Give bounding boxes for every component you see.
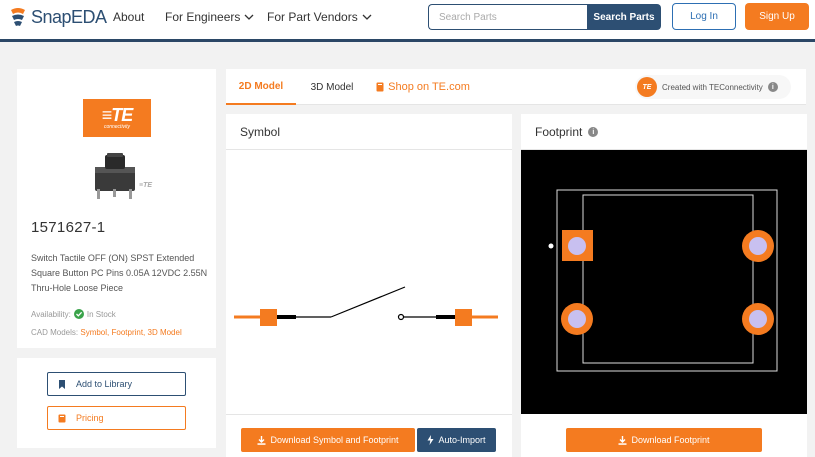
part-image: ≡TE [95,153,152,199]
symbol-panel: Symbol Download Symbol and Footprint Aut… [226,114,512,457]
download-footprint-button[interactable]: Download Footprint [566,428,762,452]
signup-button[interactable]: Sign Up [745,3,809,30]
pricing-label: Pricing [76,413,104,423]
bolt-icon [427,435,434,445]
footprint-title: Footprint i [535,125,599,139]
part-number: 1571627-1 [31,219,106,236]
te-brand-logo[interactable]: ≡TE connectivity [83,99,151,137]
symbol-preview[interactable] [226,150,512,415]
download-symbol-label: Download Symbol and Footprint [270,435,399,445]
add-to-library-label: Add to Library [76,379,133,389]
nav-for-part-vendors[interactable]: For Part Vendors [267,10,372,24]
footprint-preview[interactable] [521,150,807,414]
part-info-card: ≡TE connectivity ≡TE 1571627-1 Switch Ta… [17,69,216,348]
availability-label: Availability: [31,309,71,319]
te-logo-text: ≡TE [101,105,134,125]
availability-value: In Stock [86,309,116,319]
snapeda-logo[interactable]: SnapEDA [8,6,107,28]
nav-for-engineers[interactable]: For Engineers [165,10,254,24]
search-button[interactable]: Search Parts [587,4,661,30]
created-with-badge: TE Created with TEConnectivity i [635,75,791,99]
top-header: SnapEDA About For Engineers For Part Ven… [0,0,815,42]
check-circle-icon [73,309,84,319]
bookmark-icon [59,379,65,389]
nav-about[interactable]: About [113,10,144,24]
actions-card: Add to Library Pricing [17,358,216,448]
tab-shop[interactable]: Shop on TE.com [368,69,478,105]
snapeda-logo-icon [11,8,25,26]
svg-text:≡TE: ≡TE [139,182,152,189]
add-to-library-button[interactable]: Add to Library [47,372,186,396]
footprint-title-label: Footprint [535,125,583,139]
info-icon[interactable]: i [588,127,599,137]
tag-icon [58,414,66,422]
divider [226,414,512,415]
info-icon[interactable]: i [767,82,778,92]
te-logo-subtext: connectivity [103,124,131,130]
auto-import-label: Auto-Import [438,435,486,445]
cad-models-links[interactable]: Symbol, Footprint, 3D Model [80,328,181,337]
shop-icon [376,82,384,92]
te-badge-icon: TE [637,77,657,97]
availability-row: Availability: In Stock [31,309,116,319]
download-icon [257,435,266,445]
symbol-title-label: Symbol [240,125,281,139]
cad-models-row: CAD Models: Symbol, Footprint, 3D Model [31,328,182,337]
auto-import-button[interactable]: Auto-Import [417,428,496,452]
logo-text: SnapEDA [31,6,107,27]
nav-for-engineers-label: For Engineers [165,10,241,24]
created-with-text: Created with TEConnectivity [662,82,763,92]
login-button[interactable]: Log In [672,3,736,30]
footprint-panel: Footprint i Download Footprint [521,114,807,457]
chevron-down-icon [362,14,372,20]
cad-models-label: CAD Models: [31,328,79,337]
search-input[interactable] [428,4,587,30]
part-description: Switch Tactile OFF (ON) SPST Extended Sq… [31,253,208,293]
model-tabs: 2D Model 3D Model Shop on TE.com TE Crea… [226,69,806,105]
nav-for-part-vendors-label: For Part Vendors [267,10,358,24]
tab-3d-model[interactable]: 3D Model [298,69,366,105]
download-footprint-label: Download Footprint [631,435,710,445]
nav-about-label: About [113,10,145,24]
pricing-button[interactable]: Pricing [47,406,186,430]
download-symbol-footprint-button[interactable]: Download Symbol and Footprint [241,428,415,452]
download-icon [618,435,627,445]
chevron-down-icon [244,14,254,20]
tab-shop-label: Shop on TE.com [388,81,470,93]
symbol-title: Symbol [240,125,280,139]
tab-2d-model[interactable]: 2D Model [226,69,296,105]
